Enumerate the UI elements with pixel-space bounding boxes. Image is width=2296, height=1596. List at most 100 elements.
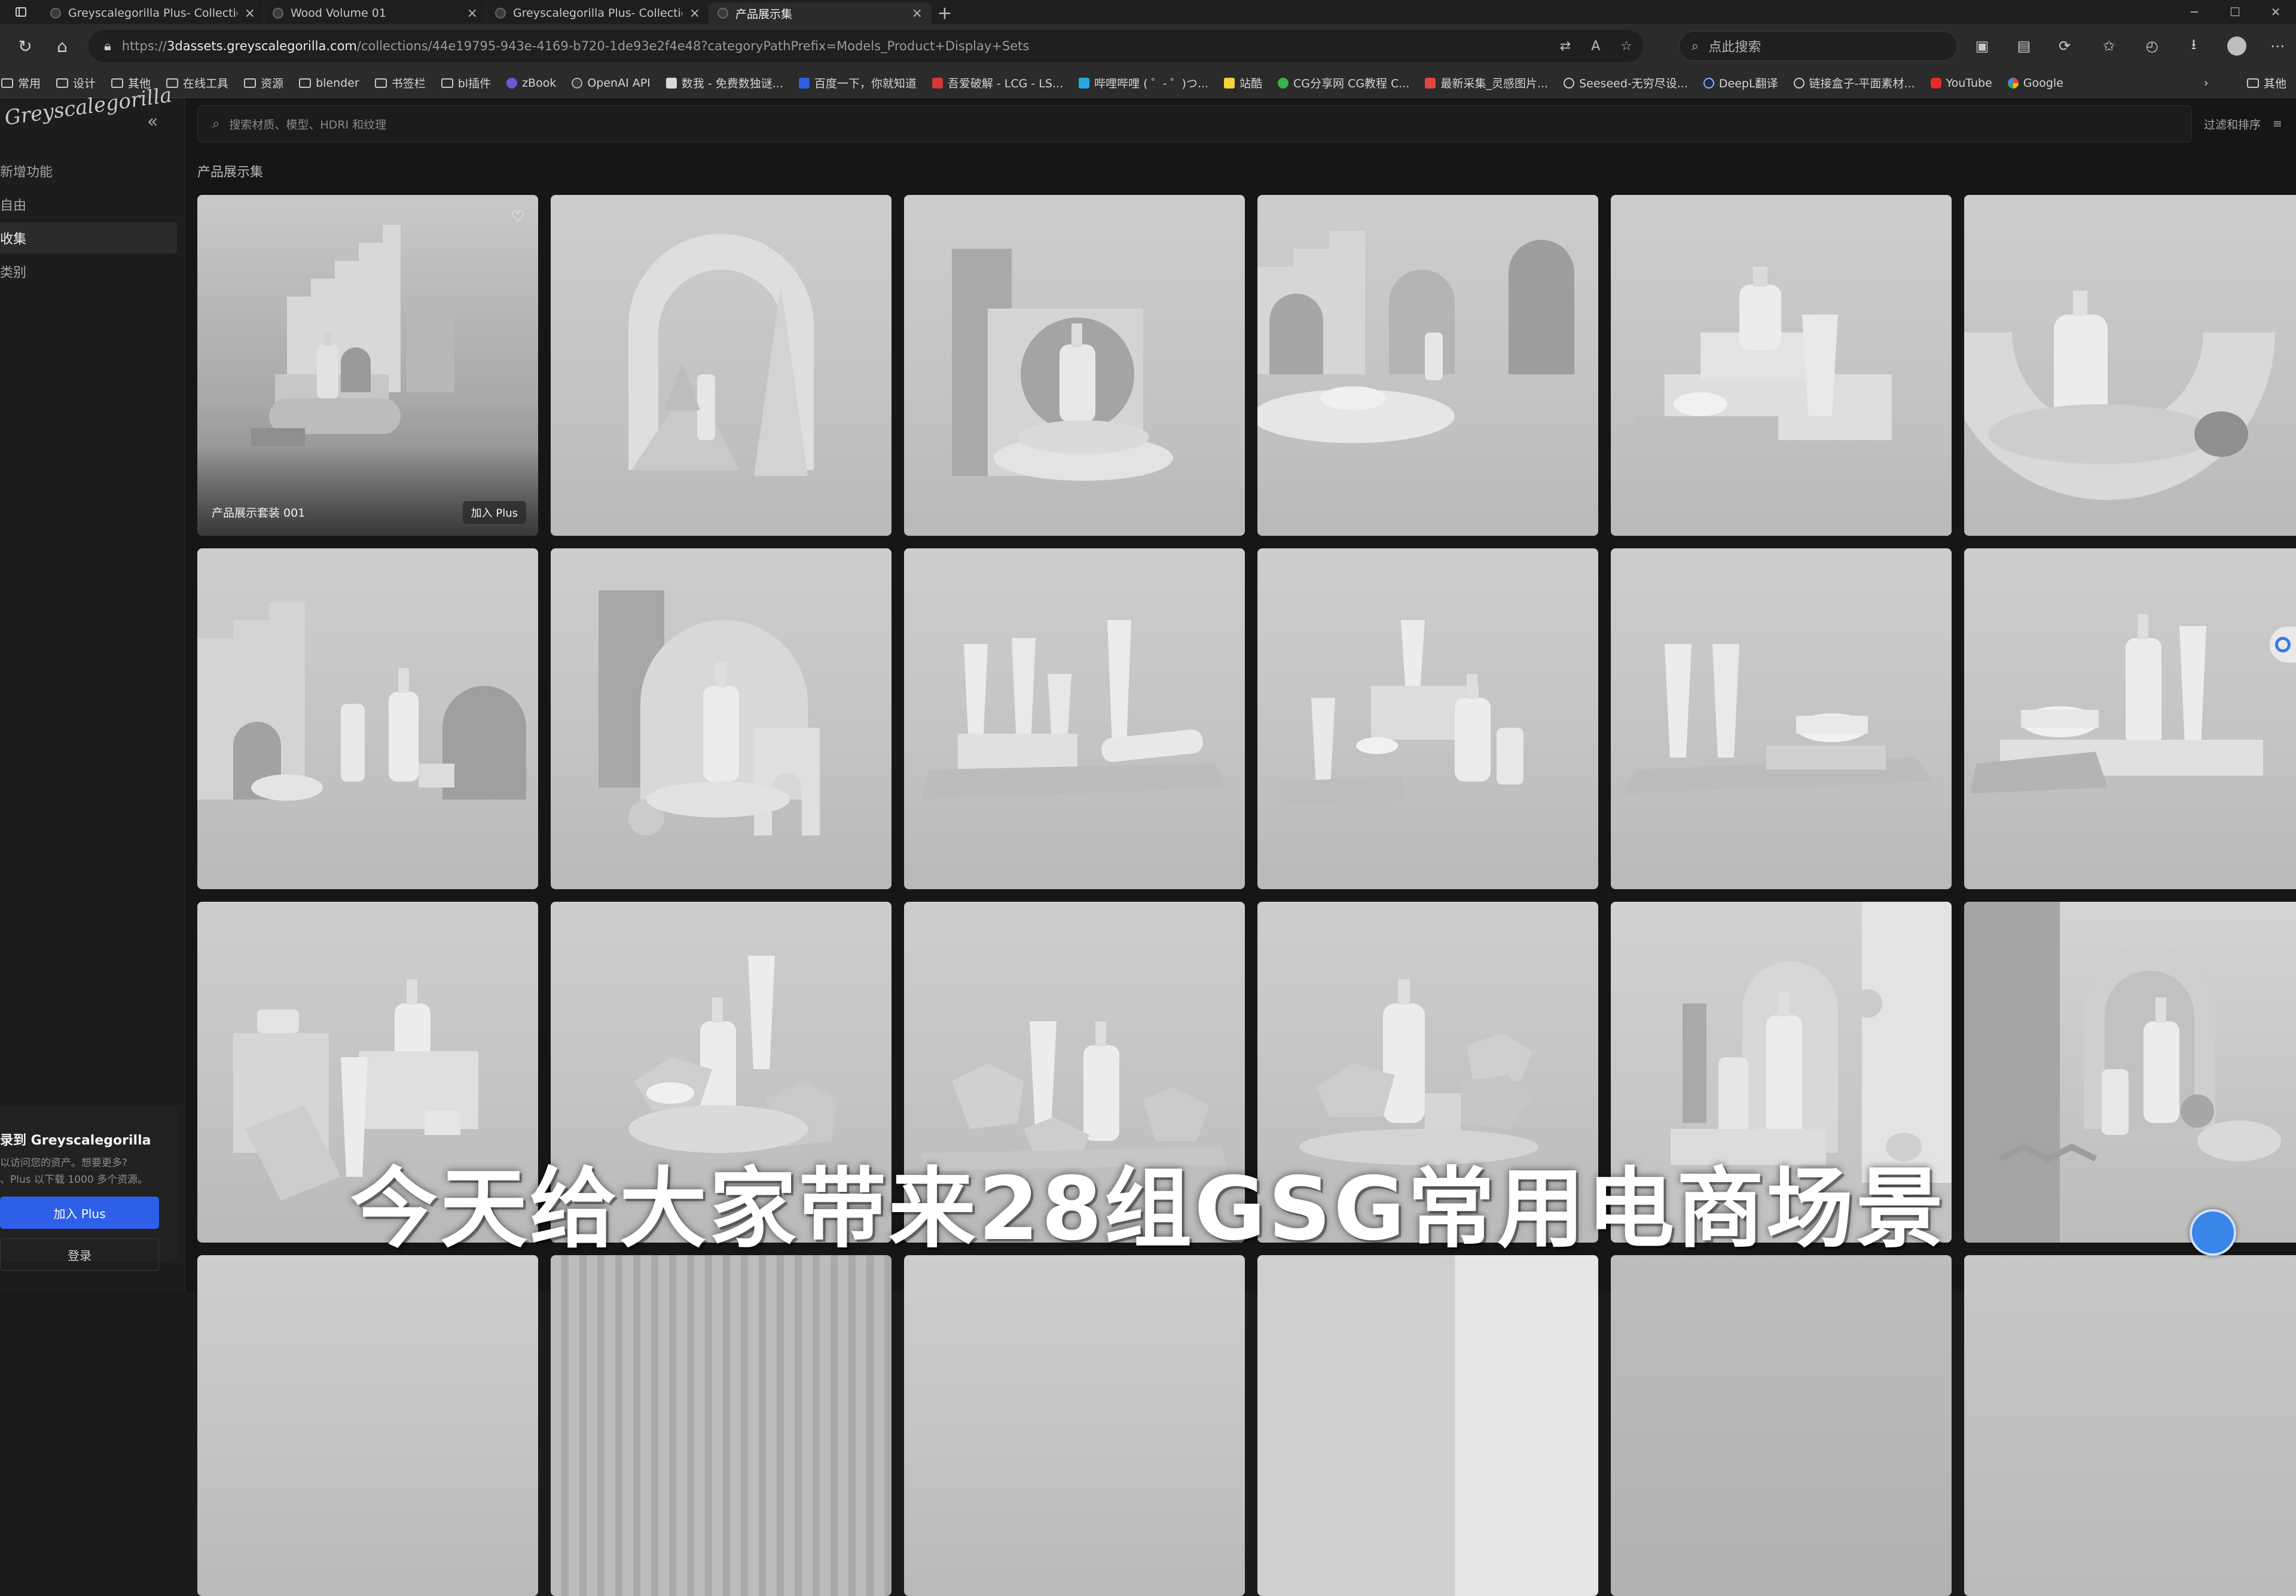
collection-card[interactable] bbox=[1257, 902, 1598, 1243]
collection-card[interactable] bbox=[197, 1255, 538, 1596]
tab-favicon-icon bbox=[50, 8, 61, 19]
tab-favicon-icon bbox=[273, 8, 283, 19]
bookmark-link[interactable]: 最新采集_灵感图片... bbox=[1425, 75, 1548, 91]
extension-download-icon[interactable]: ▤ bbox=[2010, 32, 2038, 60]
bookmark-link[interactable]: Google bbox=[2007, 77, 2063, 90]
bookmark-link[interactable]: 站酷 bbox=[1224, 75, 1262, 91]
sync-icon[interactable]: ⟳ bbox=[2051, 32, 2078, 60]
bookmark-link[interactable]: YouTube bbox=[1930, 77, 1992, 90]
tab-title: Wood Volume 01 bbox=[291, 7, 386, 20]
folder-icon bbox=[2247, 78, 2259, 88]
collection-card[interactable] bbox=[551, 548, 891, 889]
collection-card[interactable] bbox=[197, 902, 538, 1243]
bookmark-link[interactable]: 吾爱破解 - LCG - LS... bbox=[932, 75, 1063, 91]
more-menu-icon[interactable]: ⋯ bbox=[2264, 32, 2291, 60]
site-icon bbox=[798, 77, 810, 89]
folder-icon bbox=[111, 78, 124, 88]
profile-avatar-icon[interactable] bbox=[2223, 32, 2251, 60]
collection-card[interactable] bbox=[1611, 548, 1952, 889]
bookmark-folder[interactable]: bl插件 bbox=[441, 75, 491, 91]
collection-card[interactable] bbox=[197, 548, 538, 889]
sidebar-item-categories[interactable]: 类别 bbox=[0, 256, 177, 287]
sidebar-item-whats-new[interactable]: 新增功能 bbox=[0, 155, 177, 187]
collection-card[interactable]: ♡ 产品展示套装 001 加入 Plus bbox=[197, 195, 538, 536]
asset-search-input[interactable]: ⌕ 搜索材质、模型、HDRI 和纹理 bbox=[197, 105, 2192, 142]
bookmark-folder[interactable]: 书签栏 bbox=[374, 75, 426, 91]
browser-tab[interactable]: Greyscalegorilla Plus- Collections × bbox=[487, 2, 709, 24]
collection-card[interactable] bbox=[1257, 195, 1598, 536]
favorites-icon[interactable]: ✩ bbox=[2095, 32, 2123, 60]
collection-card[interactable] bbox=[904, 902, 1245, 1243]
card-join-plus-button[interactable]: 加入 Plus bbox=[462, 501, 526, 524]
bookmark-label: 百度一下，你就知道 bbox=[814, 77, 917, 90]
bookmark-link[interactable]: 百度一下，你就知道 bbox=[798, 75, 917, 91]
tab-close-icon[interactable]: × bbox=[689, 6, 700, 21]
read-aloud-icon[interactable]: A bbox=[1591, 39, 1600, 54]
reload-icon[interactable]: ↻ bbox=[10, 30, 41, 62]
bookmark-folder-other[interactable]: 其他 bbox=[2247, 75, 2286, 91]
login-button[interactable]: 登录 bbox=[0, 1238, 159, 1271]
filter-sort-button[interactable]: 过滤和排序 ≡ bbox=[2204, 105, 2296, 142]
lock-icon[interactable]: 🔒︎ bbox=[104, 39, 111, 54]
folder-icon bbox=[441, 78, 453, 88]
bookmark-folder[interactable]: 常用 bbox=[1, 75, 41, 91]
collection-card[interactable] bbox=[1964, 902, 2296, 1243]
product-scene-image bbox=[1257, 231, 1574, 443]
collection-card[interactable] bbox=[904, 1255, 1245, 1596]
close-window-icon[interactable]: ✕ bbox=[2255, 0, 2296, 24]
sidebar-item-free[interactable]: 自由 bbox=[0, 189, 177, 220]
address-bar[interactable]: 🔒︎ https://3dassets.greyscalegorilla.com… bbox=[88, 30, 1643, 62]
tab-close-icon[interactable]: × bbox=[912, 6, 923, 21]
minimize-icon[interactable]: ─ bbox=[2174, 0, 2215, 24]
favorite-heart-icon[interactable]: ♡ bbox=[511, 208, 525, 226]
bookmark-link[interactable]: 哔哩哔哩 ( ゜- ゜)つ... bbox=[1079, 75, 1208, 91]
downloads-icon[interactable]: ⭳ bbox=[2180, 32, 2208, 60]
bookmark-link[interactable]: 数我 - 免费数独谜... bbox=[665, 75, 783, 91]
chat-assistant-icon[interactable] bbox=[2190, 1209, 2236, 1256]
bookmark-link[interactable]: 链接盒子-平面素材... bbox=[1793, 75, 1915, 91]
bookmark-link[interactable]: CG分享网 CG教程 C... bbox=[1278, 75, 1409, 91]
browser-tab-active[interactable]: 产品展示集 × bbox=[709, 2, 932, 24]
collection-card[interactable] bbox=[1964, 195, 2296, 536]
bookmark-link[interactable]: OpenAI API bbox=[572, 76, 651, 90]
translate-icon[interactable]: ⇄ bbox=[1560, 39, 1571, 54]
bookmark-label: OpenAI API bbox=[587, 76, 651, 90]
collection-card[interactable] bbox=[1257, 1255, 1598, 1596]
bookmark-folder[interactable]: 设计 bbox=[56, 75, 96, 91]
join-plus-button[interactable]: 加入 Plus bbox=[0, 1197, 159, 1229]
tab-close-icon[interactable]: × bbox=[467, 6, 478, 21]
tab-close-icon[interactable]: × bbox=[245, 6, 255, 21]
collection-card[interactable] bbox=[904, 195, 1245, 536]
collection-card[interactable] bbox=[1611, 195, 1952, 536]
collection-card[interactable] bbox=[1611, 902, 1952, 1243]
bookmark-folder[interactable]: 在线工具 bbox=[166, 75, 228, 91]
collapse-sidebar-icon[interactable]: « bbox=[147, 111, 158, 132]
home-icon[interactable]: ⌂ bbox=[47, 30, 78, 62]
collection-card[interactable] bbox=[1964, 548, 2296, 889]
collection-card[interactable] bbox=[1964, 1255, 2296, 1596]
collection-card[interactable] bbox=[551, 902, 891, 1243]
bookmark-link[interactable]: Seeseed-无穷尽设... bbox=[1564, 75, 1688, 91]
collection-card[interactable] bbox=[1611, 1255, 1952, 1596]
bookmarks-more-chevron-icon[interactable]: › bbox=[2204, 77, 2209, 90]
bookmark-link[interactable]: zBook bbox=[506, 77, 556, 90]
history-icon[interactable]: ◴ bbox=[2138, 32, 2166, 60]
extension-icon[interactable]: ▣ bbox=[1968, 32, 1996, 60]
maximize-icon[interactable]: ☐ bbox=[2215, 0, 2255, 24]
new-tab-button[interactable]: + bbox=[932, 2, 958, 24]
browser-tab[interactable]: Wood Volume 01 × bbox=[264, 2, 487, 24]
collection-card[interactable] bbox=[1257, 548, 1598, 889]
browser-search-box[interactable]: ⌕ 点此搜索 bbox=[1679, 31, 1958, 61]
tab-actions-icon[interactable] bbox=[0, 0, 42, 24]
browser-tab[interactable]: Greyscalegorilla Plus- Collections × bbox=[42, 2, 264, 24]
bookmark-folder[interactable]: blender bbox=[299, 77, 359, 90]
collection-card[interactable] bbox=[551, 1255, 891, 1596]
sidebar-item-collections[interactable]: 收集 bbox=[0, 222, 177, 254]
favorite-star-icon[interactable]: ☆ bbox=[1620, 39, 1632, 54]
collection-card[interactable] bbox=[551, 195, 891, 536]
bookmark-link[interactable]: DeepL翻译 bbox=[1703, 75, 1778, 91]
tab-title: 产品展示集 bbox=[735, 7, 793, 21]
collection-grid: ♡ 产品展示套装 001 加入 Plus bbox=[197, 195, 2296, 1596]
collection-card[interactable] bbox=[904, 548, 1245, 889]
bookmark-folder[interactable]: 资源 bbox=[244, 75, 283, 91]
